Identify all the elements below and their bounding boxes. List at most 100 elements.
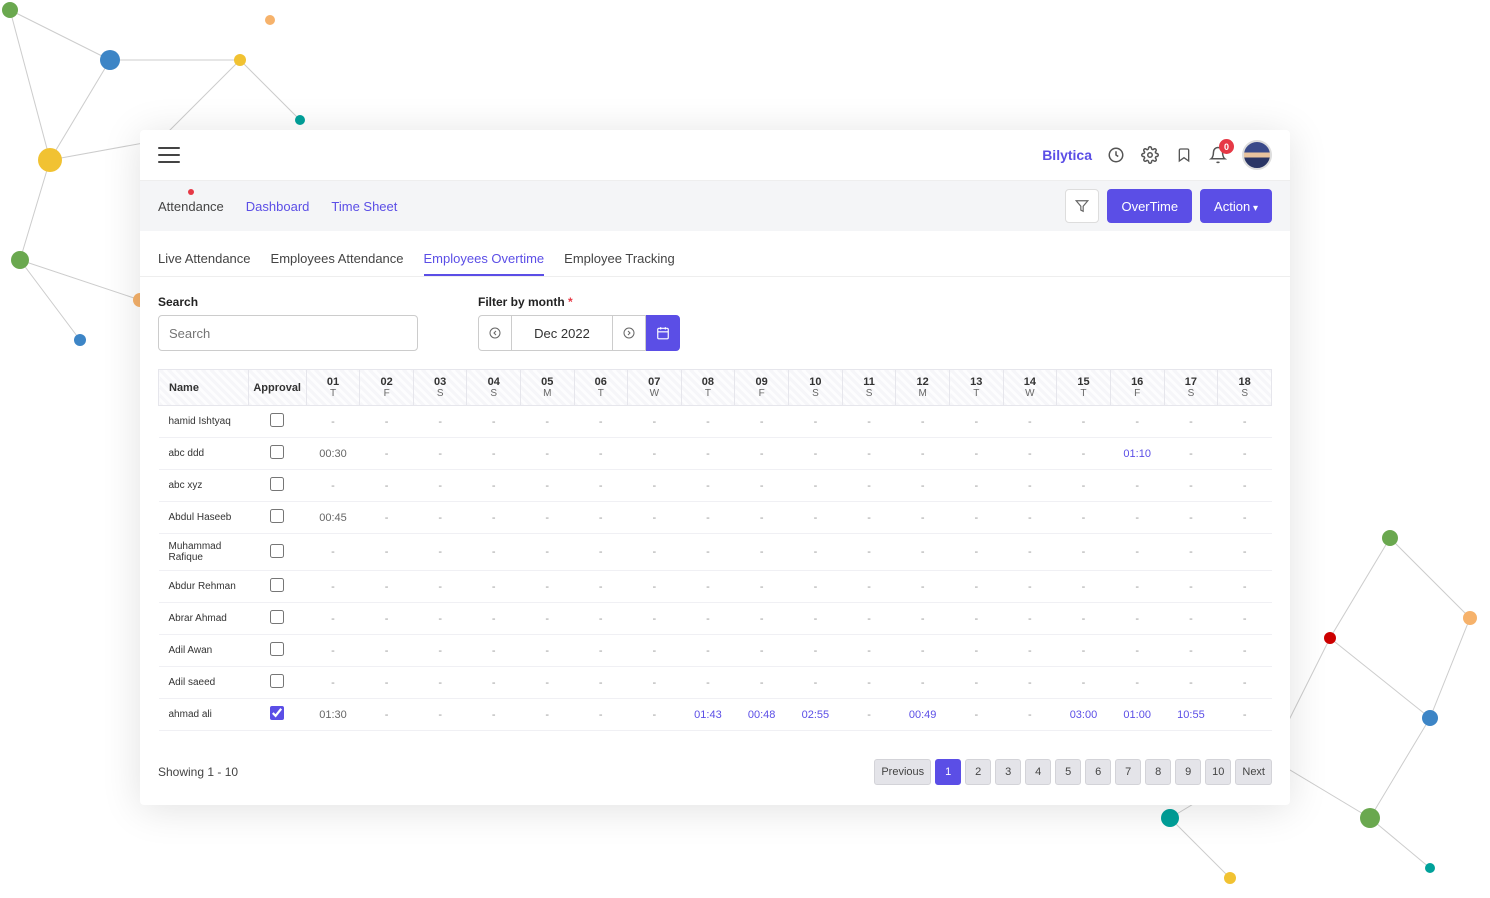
page-button-7[interactable]: 7 xyxy=(1115,759,1141,785)
page-button-3[interactable]: 3 xyxy=(995,759,1021,785)
cell-value: - xyxy=(1057,603,1111,635)
brand-label[interactable]: Bilytica xyxy=(1042,147,1092,163)
cell-value: - xyxy=(789,470,843,502)
page-button-previous[interactable]: Previous xyxy=(874,759,931,785)
avatar[interactable] xyxy=(1242,140,1272,170)
cell-value: - xyxy=(628,603,682,635)
cell-value: - xyxy=(681,635,735,667)
subnav-item-time-sheet[interactable]: Time Sheet xyxy=(331,193,397,220)
table-row: Abdul Haseeb00:45----------------- xyxy=(159,502,1272,534)
bell-icon[interactable]: 0 xyxy=(1208,145,1228,165)
cell-value: - xyxy=(1003,603,1057,635)
subnav-item-dashboard[interactable]: Dashboard xyxy=(246,193,310,220)
calendar-icon[interactable] xyxy=(646,315,680,351)
cell-value: - xyxy=(842,635,896,667)
col-day-13: 13T xyxy=(950,370,1004,406)
overtime-link[interactable]: 01:43 xyxy=(694,709,722,721)
cell-value: - xyxy=(413,406,467,438)
cell-value: - xyxy=(1164,438,1218,470)
tab-employees-attendance[interactable]: Employees Attendance xyxy=(271,243,404,276)
cell-value: - xyxy=(628,667,682,699)
approval-checkbox[interactable] xyxy=(270,706,284,720)
cell-value: 01:43 xyxy=(681,699,735,731)
cell-value: - xyxy=(681,502,735,534)
page-button-next[interactable]: Next xyxy=(1235,759,1272,785)
cell-value: - xyxy=(1057,406,1111,438)
cell-value: - xyxy=(1218,502,1272,534)
cell-value: - xyxy=(1057,667,1111,699)
cell-value: - xyxy=(360,502,414,534)
page-button-2[interactable]: 2 xyxy=(965,759,991,785)
approval-checkbox[interactable] xyxy=(270,610,284,624)
page-button-4[interactable]: 4 xyxy=(1025,759,1051,785)
page-button-5[interactable]: 5 xyxy=(1055,759,1081,785)
cell-value: - xyxy=(1164,603,1218,635)
cell-value: - xyxy=(1218,571,1272,603)
approval-checkbox[interactable] xyxy=(270,578,284,592)
cell-approval xyxy=(248,438,306,470)
cell-value: - xyxy=(467,470,521,502)
cell-value: - xyxy=(467,603,521,635)
approval-checkbox[interactable] xyxy=(270,445,284,459)
approval-checkbox[interactable] xyxy=(270,642,284,656)
month-next-button[interactable] xyxy=(612,315,646,351)
cell-value: - xyxy=(574,699,628,731)
overtime-link[interactable]: 10:55 xyxy=(1177,709,1205,721)
cell-value: - xyxy=(467,571,521,603)
overtime-link[interactable]: 03:00 xyxy=(1070,709,1098,721)
cell-value: - xyxy=(628,699,682,731)
filter-icon[interactable] xyxy=(1065,189,1099,223)
table-footer: Showing 1 - 10 Previous12345678910Next xyxy=(140,743,1290,805)
page-button-10[interactable]: 10 xyxy=(1205,759,1231,785)
tab-live-attendance[interactable]: Live Attendance xyxy=(158,243,251,276)
cell-value: - xyxy=(628,571,682,603)
bookmark-icon[interactable] xyxy=(1174,145,1194,165)
cell-value: - xyxy=(896,635,950,667)
gear-icon[interactable] xyxy=(1140,145,1160,165)
approval-checkbox[interactable] xyxy=(270,509,284,523)
search-label: Search xyxy=(158,295,418,309)
col-day-10: 10S xyxy=(789,370,843,406)
overtime-link[interactable]: 01:10 xyxy=(1123,448,1151,460)
clock-icon[interactable] xyxy=(1106,145,1126,165)
page-button-6[interactable]: 6 xyxy=(1085,759,1111,785)
cell-value: - xyxy=(1110,603,1164,635)
cell-value: - xyxy=(842,438,896,470)
cell-value: - xyxy=(681,406,735,438)
approval-checkbox[interactable] xyxy=(270,674,284,688)
page-button-8[interactable]: 8 xyxy=(1145,759,1171,785)
cell-approval xyxy=(248,534,306,571)
col-day-03: 03S xyxy=(413,370,467,406)
cell-value: - xyxy=(413,534,467,571)
page-button-1[interactable]: 1 xyxy=(935,759,961,785)
action-button[interactable]: Action xyxy=(1200,189,1272,223)
cell-value: - xyxy=(628,470,682,502)
overtime-link[interactable]: 00:49 xyxy=(909,709,937,721)
page-button-9[interactable]: 9 xyxy=(1175,759,1201,785)
cell-value: - xyxy=(360,571,414,603)
subnav-item-attendance[interactable]: Attendance xyxy=(158,193,224,220)
overtime-link[interactable]: 02:55 xyxy=(802,709,830,721)
tab-employees-overtime[interactable]: Employees Overtime xyxy=(424,243,545,276)
approval-checkbox[interactable] xyxy=(270,477,284,491)
approval-checkbox[interactable] xyxy=(270,544,284,558)
cell-value: - xyxy=(520,571,574,603)
col-day-18: 18S xyxy=(1218,370,1272,406)
overtime-link[interactable]: 01:00 xyxy=(1123,709,1151,721)
cell-value: - xyxy=(735,667,789,699)
cell-value: - xyxy=(1003,571,1057,603)
search-input[interactable] xyxy=(158,315,418,351)
tab-employee-tracking[interactable]: Employee Tracking xyxy=(564,243,675,276)
approval-checkbox[interactable] xyxy=(270,413,284,427)
cell-value: - xyxy=(1003,534,1057,571)
cell-value: - xyxy=(896,571,950,603)
cell-value: - xyxy=(628,502,682,534)
cell-value: - xyxy=(413,502,467,534)
cell-value: - xyxy=(413,699,467,731)
overtime-link[interactable]: 00:48 xyxy=(748,709,776,721)
cell-value: - xyxy=(735,534,789,571)
month-prev-button[interactable] xyxy=(478,315,512,351)
cell-value: - xyxy=(467,406,521,438)
menu-icon[interactable] xyxy=(158,147,180,163)
overtime-button[interactable]: OverTime xyxy=(1107,189,1192,223)
